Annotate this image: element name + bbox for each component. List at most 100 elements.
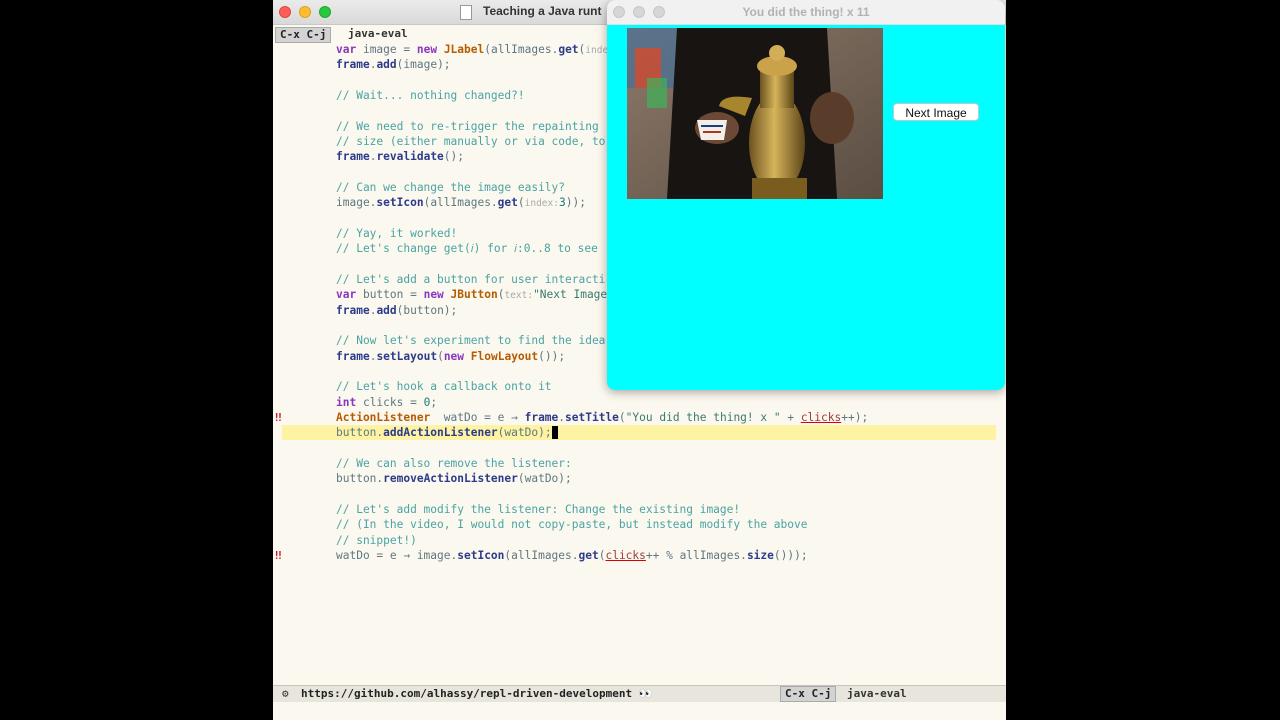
code-token: (: [517, 196, 525, 210]
code-text: // Let's add modify the listener: Change…: [336, 502, 740, 517]
code-token: ()));: [773, 548, 808, 562]
code-text: var button = new JButton(text:"Next Imag…: [336, 287, 607, 303]
code-line[interactable]: [273, 487, 1006, 502]
code-token: add: [376, 303, 397, 317]
code-token: frame: [336, 58, 370, 72]
code-token: button.: [336, 426, 384, 440]
code-text: button.removeActionListener(watDo);: [336, 471, 572, 486]
code-token: FlowLayout: [470, 349, 539, 363]
code-token: JLabel: [443, 43, 485, 56]
code-text: // Let's add a button for user interacti: [336, 272, 605, 287]
code-line[interactable]: // We can also remove the listener:: [273, 456, 1006, 471]
code-token: clicks =: [356, 395, 424, 409]
zoom-icon[interactable]: [319, 6, 331, 18]
mode-line: ⚙ https://github.com/alhassy/repl-driven…: [273, 685, 1006, 702]
code-token: setIcon: [457, 548, 505, 562]
code-token: var: [336, 288, 357, 302]
code-token: // (In the video, I would not copy-paste…: [336, 518, 808, 532]
code-text: // We can also remove the listener:: [336, 456, 572, 471]
code-text: // Can we change the image easily?: [336, 180, 565, 195]
code-token: JButton: [450, 288, 498, 302]
mode-name: java-eval: [348, 27, 408, 40]
code-text: frame.setLayout(new FlowLayout());: [336, 349, 565, 364]
code-token: addActionListener: [383, 426, 498, 440]
coffee-pot-photo: [627, 28, 883, 199]
mode-line-url[interactable]: https://github.com/alhassy/repl-driven-d…: [301, 687, 652, 700]
code-token: 3: [558, 196, 566, 210]
code-token: image =: [356, 43, 417, 56]
code-line[interactable]: // (In the video, I would not copy-paste…: [273, 517, 1006, 532]
code-token: // Yay, it worked!: [336, 226, 458, 240]
minimize-icon[interactable]: [299, 6, 311, 18]
code-token: setLayout: [376, 349, 438, 363]
code-token: ++);: [841, 410, 869, 424]
code-token: removeActionListener: [383, 472, 518, 486]
code-token: // Let's add a button for user interacti: [336, 272, 606, 286]
key-binding-badge: C-x C-j: [275, 27, 332, 43]
code-token: (allImages.: [504, 548, 579, 562]
code-text: // Wait... nothing changed?!: [336, 88, 525, 103]
code-text: // Let's hook a callback onto it: [336, 379, 552, 394]
code-line[interactable]: button.removeActionListener(watDo);: [273, 471, 1006, 486]
code-token: int: [336, 395, 357, 409]
code-token: // snippet!): [336, 533, 417, 547]
code-token: revalidate: [376, 150, 444, 164]
code-token: ();: [443, 150, 465, 164]
code-line[interactable]: button.addActionListener(watDo);: [273, 425, 1006, 441]
next-image-button[interactable]: Next Image: [893, 103, 979, 121]
code-token: // Can we change the image easily?: [336, 180, 566, 194]
code-token: // size (either manually or via code, to: [336, 134, 606, 148]
code-token: setIcon: [376, 196, 424, 210]
code-token: "You did the thing! x ": [625, 410, 781, 424]
code-token: watDo = e → image.: [336, 548, 458, 562]
code-token: var: [336, 43, 357, 56]
code-token: frame: [336, 349, 370, 363]
code-token: // Wait... nothing changed?!: [336, 88, 525, 102]
code-text: // size (either manually or via code, to: [336, 134, 605, 149]
code-line[interactable]: // Let's add modify the listener: Change…: [273, 502, 1006, 517]
code-text: int clicks = 0;: [336, 395, 437, 410]
code-token: ));: [565, 196, 586, 210]
code-token: get: [497, 196, 518, 210]
code-text: frame.add(image);: [336, 57, 451, 72]
code-line[interactable]: // snippet!): [273, 533, 1006, 548]
code-token: // Let's change get(𝑖) for 𝑖:0..8 to see: [336, 242, 598, 256]
code-token: +: [780, 410, 801, 424]
code-line[interactable]: int clicks = 0;: [273, 395, 1006, 410]
code-text: // Now let's experiment to find the idea: [336, 333, 605, 348]
code-token: index:: [524, 198, 559, 210]
swing-frame: You did the thing! x 11 Next Image: [607, 0, 1005, 390]
code-token: inde: [585, 45, 609, 56]
code-token: ActionListener: [336, 410, 431, 424]
code-token: button =: [356, 288, 424, 302]
code-token: (: [618, 410, 626, 424]
code-text: // (In the video, I would not copy-paste…: [336, 517, 807, 532]
code-line[interactable]: [273, 441, 1006, 456]
mode-line-key-badge: C-x C-j: [780, 686, 837, 702]
code-text: button.addActionListener(watDo);: [282, 425, 996, 441]
code-token: new: [423, 288, 444, 302]
window-title: Teaching a Java runt: [483, 4, 602, 18]
code-token: new: [443, 349, 465, 363]
code-token: add: [376, 58, 397, 72]
code-token: (watDo);: [497, 426, 552, 440]
code-token: get: [558, 43, 579, 56]
close-icon[interactable]: [279, 6, 291, 18]
code-line[interactable]: ‼ ActionListener watDo = e → frame.setTit…: [273, 410, 1006, 425]
code-token: // We can also remove the listener:: [336, 456, 572, 470]
code-token: "Next Image: [533, 288, 608, 302]
code-text: // snippet!): [336, 533, 417, 548]
code-token: (: [437, 349, 444, 363]
code-token: ;: [430, 395, 438, 409]
code-token: image.: [336, 196, 377, 210]
code-token: clicks: [605, 548, 646, 562]
code-token: // Now let's experiment to find the idea: [336, 334, 606, 348]
code-token: ());: [538, 349, 566, 363]
code-token: (allImages.: [423, 196, 498, 210]
mode-line-mode: java-eval: [847, 687, 907, 700]
code-token: // Let's add modify the listener: Change…: [336, 502, 741, 516]
swing-title-bar: You did the thing! x 11: [607, 0, 1005, 25]
code-line[interactable]: ‼ watDo = e → image.setIcon(allImages.get…: [273, 548, 1006, 563]
